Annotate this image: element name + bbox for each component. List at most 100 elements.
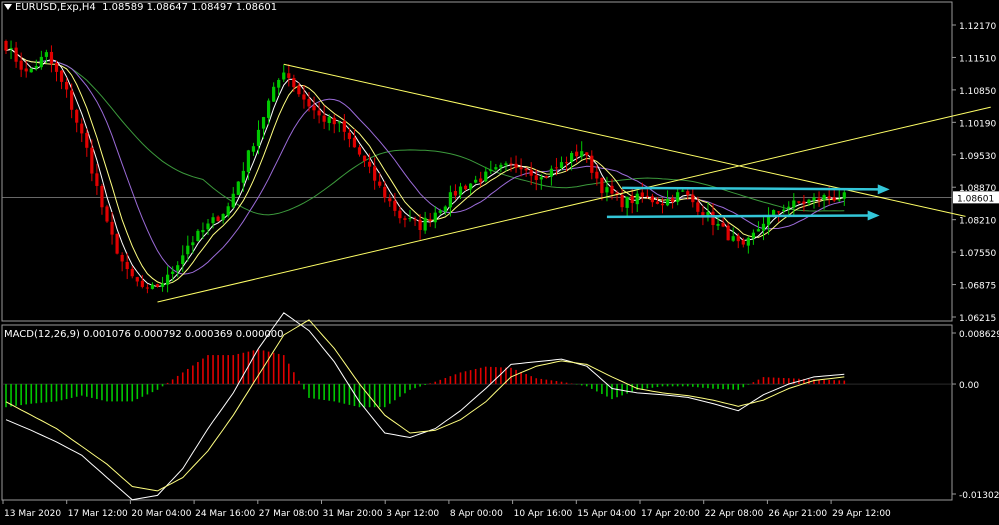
chart-frame — [1, 1, 953, 501]
support-trendline[interactable] — [157, 106, 991, 303]
candle-body — [49, 51, 54, 64]
candle-body — [544, 176, 548, 178]
candle-body — [317, 110, 321, 116]
candle-body — [120, 254, 124, 262]
candle-body — [19, 60, 23, 70]
time-tick-label: 22 Apr 08:00 — [705, 509, 764, 519]
candle-body — [302, 94, 306, 100]
candle-body — [660, 203, 665, 206]
candle-body — [398, 210, 402, 219]
candle-body — [726, 225, 730, 241]
candle-body — [368, 161, 372, 167]
candle-body — [782, 209, 786, 211]
candle-body — [261, 117, 266, 129]
candle-body — [110, 221, 114, 235]
lower-channel-arrow-arrowhead-icon — [867, 210, 880, 221]
candle-body — [832, 197, 836, 201]
candle-body — [691, 194, 695, 203]
candle-body — [150, 284, 155, 289]
macd-panel-border — [1, 324, 953, 501]
time-axis: 13 Mar 2020 17 Mar 12:00 20 Mar 04:00 24 Ma… — [2, 500, 891, 519]
candle-body — [696, 202, 700, 212]
candle-body — [716, 223, 720, 226]
time-tick-label: 29 Apr 12:00 — [832, 509, 891, 519]
candle-body — [484, 171, 488, 182]
candle-body — [469, 183, 473, 190]
price-tick-label: 1.12170 — [959, 22, 996, 32]
candle-body — [499, 164, 503, 168]
candle-body — [842, 192, 846, 199]
candle-body — [130, 268, 134, 277]
price-panel-border — [1, 1, 953, 322]
candle-body — [645, 195, 649, 197]
candle-body — [575, 151, 579, 157]
candle-body — [807, 199, 811, 204]
candle-body — [115, 233, 119, 254]
candle-body — [145, 287, 149, 289]
time-tick-label: 17 Mar 12:00 — [68, 509, 128, 519]
candle-body — [650, 196, 654, 203]
candle-body — [307, 99, 311, 107]
candle-body — [383, 186, 387, 198]
macd-tick-label: 0.00 — [959, 381, 979, 391]
candle-body — [479, 178, 483, 183]
dropdown-triangle-icon[interactable] — [4, 4, 12, 10]
candle-body — [90, 147, 94, 174]
candle-body — [292, 78, 296, 88]
lower-channel-arrow-line[interactable] — [606, 214, 872, 219]
candle-body — [408, 218, 412, 220]
candle-body — [433, 212, 437, 223]
upper-channel-arrow-line[interactable] — [622, 186, 882, 191]
candle-body — [231, 193, 235, 208]
candle-body — [352, 137, 357, 148]
macd-tick-label: 0.008629 — [959, 330, 999, 340]
candle-body — [39, 56, 43, 68]
chart-canvas[interactable]: 1.121701.115101.108501.101901.095301.088… — [0, 0, 999, 521]
candle-body — [549, 168, 553, 177]
candle-body — [665, 199, 670, 206]
price-tick-label: 1.06875 — [959, 282, 996, 292]
time-tick-label: 17 Apr 20:00 — [641, 509, 700, 519]
candle-body — [610, 185, 614, 194]
candle-body — [332, 117, 336, 125]
candle-body — [509, 163, 513, 165]
candle-body — [206, 223, 210, 230]
candle-body — [635, 193, 639, 205]
price-axis: 1.121701.115101.108501.101901.095301.088… — [952, 22, 999, 501]
candle-body — [347, 132, 351, 139]
candle-body — [655, 201, 660, 204]
candle-body — [443, 206, 447, 212]
candle-body — [287, 73, 291, 78]
candle-body — [605, 187, 609, 193]
candle-body — [539, 177, 543, 180]
candle-body — [403, 218, 407, 220]
macd-panel — [2, 312, 952, 501]
candle-body — [171, 271, 175, 274]
time-tick-label: 27 Mar 08:00 — [259, 509, 319, 519]
trendlines[interactable] — [157, 63, 991, 303]
candle-body — [95, 173, 99, 186]
chart-window[interactable]: 1.12170 1.11510 1.10850 1.10190 1.09530 1.088… — [0, 0, 999, 521]
candle-body — [105, 206, 109, 222]
candle-body — [580, 151, 584, 157]
price-tick-label: 1.06215 — [959, 314, 996, 324]
time-tick-label: 20 Mar 04:00 — [131, 509, 191, 519]
candle-body — [463, 185, 468, 190]
candle-body — [812, 197, 816, 201]
candle-body — [686, 191, 690, 196]
candle-body — [282, 72, 286, 80]
candle-body — [125, 262, 129, 270]
candle-body — [4, 40, 8, 51]
candle-body — [44, 52, 48, 57]
symbol-header: EURUSD,Exp,H4 1.08589 1.08647 1.08497 1.… — [4, 2, 277, 13]
candle-body — [822, 195, 826, 200]
upper-channel-arrow-arrowhead-icon — [877, 184, 890, 195]
candle-body — [272, 86, 276, 102]
symbol-label: EURUSD,Exp,H4 — [15, 2, 96, 13]
candle-body — [246, 150, 250, 173]
candle-body — [418, 219, 422, 230]
candle-body — [797, 201, 801, 203]
candle-series — [4, 39, 846, 294]
candle-body — [494, 167, 498, 170]
candle-body — [746, 237, 750, 246]
